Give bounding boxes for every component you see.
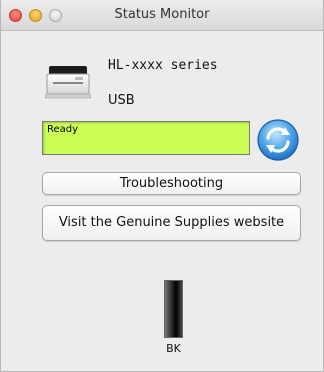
printer-model: HL-xxxx series [108, 58, 218, 73]
status-text: Ready [47, 124, 79, 135]
connection-type: USB [108, 93, 135, 108]
ink-level-bar-bk [164, 280, 183, 338]
status-monitor-window: Status Monitor HL-xxxx series USB Ready [0, 0, 324, 372]
refresh-icon[interactable] [256, 118, 300, 162]
title-bar: Status Monitor [1, 0, 323, 31]
ink-label-bk: BK [166, 342, 181, 355]
status-display: Ready [42, 121, 250, 155]
printer-icon [45, 66, 91, 99]
window-title: Status Monitor [114, 7, 210, 22]
genuine-supplies-button[interactable]: Visit the Genuine Supplies website [42, 205, 301, 241]
troubleshooting-button[interactable]: Troubleshooting [42, 172, 301, 195]
